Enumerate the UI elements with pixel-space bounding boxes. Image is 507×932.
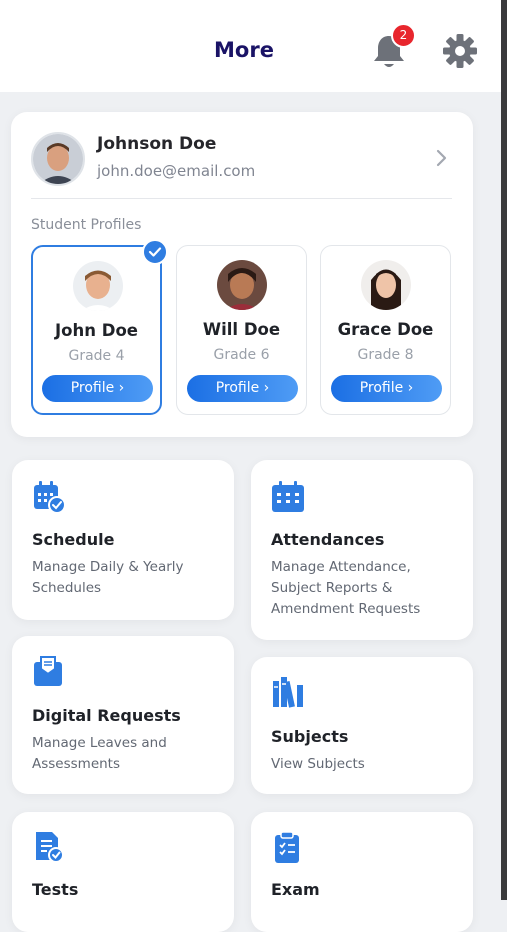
student-grade: Grade 4 — [68, 348, 125, 364]
tile-title: Attendances — [271, 530, 385, 549]
student-name: John Doe — [55, 321, 138, 340]
tile-title: Digital Requests — [32, 706, 181, 725]
tile-title: Exam — [271, 880, 320, 899]
selected-check-icon — [142, 239, 168, 265]
calendar-grid-icon — [272, 481, 304, 512]
student-profiles-label: Student Profiles — [31, 217, 142, 233]
user-email: john.doe@email.com — [97, 162, 256, 180]
profile-button[interactable]: Profile › — [42, 375, 153, 402]
student-profile-card[interactable]: John Doe Grade 4 Profile › — [31, 239, 168, 415]
student-profile-card[interactable]: Will Doe Grade 6 Profile › — [176, 245, 307, 415]
student-avatar — [361, 260, 411, 310]
divider — [31, 198, 452, 199]
envelope-tray-icon — [34, 656, 62, 686]
clipboard-icon — [275, 831, 299, 863]
calendar-check-icon — [34, 481, 66, 514]
tile-description: Manage Leaves and Assessments — [32, 735, 167, 772]
profile-button[interactable]: Profile › — [331, 375, 442, 402]
exam-tile[interactable]: Exam — [251, 812, 473, 932]
user-account-card: Johnson Doe john.doe@email.com Student P… — [11, 112, 473, 437]
device-frame-edge — [501, 0, 507, 900]
tile-title: Subjects — [271, 727, 349, 746]
gear-icon[interactable] — [442, 33, 478, 69]
tests-tile[interactable]: Tests — [12, 812, 234, 932]
subjects-tile[interactable]: Subjects View Subjects — [251, 657, 473, 794]
student-avatar — [217, 260, 267, 310]
tile-description: View Subjects — [271, 756, 365, 772]
student-grade: Grade 8 — [357, 347, 414, 363]
digital-requests-tile[interactable]: Digital Requests Manage Leaves and Asses… — [12, 636, 234, 794]
tile-title: Schedule — [32, 530, 115, 549]
schedule-tile[interactable]: Schedule Manage Daily & Yearly Schedules — [12, 460, 234, 620]
test-document-icon — [36, 832, 64, 863]
tile-description: Manage Daily & Yearly Schedules — [32, 559, 184, 596]
student-profile-card[interactable]: Grace Doe Grade 8 Profile › — [320, 245, 451, 415]
profile-button[interactable]: Profile › — [187, 375, 298, 402]
page-title: More — [214, 38, 274, 62]
attendances-tile[interactable]: Attendances Manage Attendance, Subject R… — [251, 460, 473, 640]
chevron-right-icon[interactable] — [435, 148, 449, 168]
tile-description: Manage Attendance, Subject Reports & Ame… — [271, 559, 421, 617]
user-name: Johnson Doe — [97, 134, 217, 154]
books-icon — [273, 677, 303, 708]
student-name: Grace Doe — [337, 320, 434, 339]
student-avatar — [73, 261, 123, 311]
student-name: Will Doe — [202, 320, 281, 339]
notification-badge: 2 — [391, 23, 416, 48]
top-app-bar: More 2 — [0, 0, 501, 92]
avatar — [31, 132, 85, 186]
student-grade: Grade 6 — [213, 347, 270, 363]
tile-title: Tests — [32, 880, 79, 899]
